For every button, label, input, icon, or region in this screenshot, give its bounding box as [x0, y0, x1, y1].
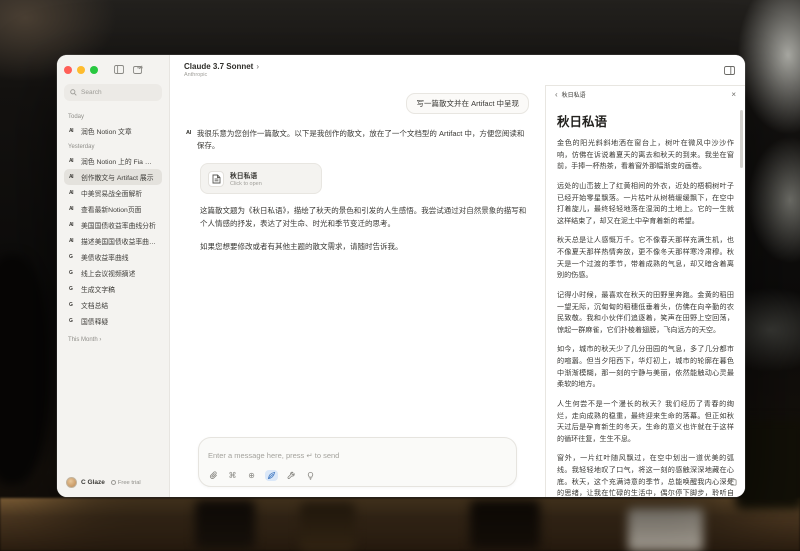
anthropic-logo-icon: AI: [69, 222, 77, 228]
back-chevron-icon[interactable]: ‹: [555, 90, 558, 99]
close-window-button[interactable]: [64, 66, 72, 74]
anthropic-logo-icon: AI: [69, 238, 77, 244]
artifact-document: 秋日私语 金色的阳光斜斜地洒在窗台上，树叶在微风中沙沙作响，仿佛在诉说着夏天的离…: [546, 103, 745, 497]
chat-main: Claude 3.7 Sonnet › Anthropic 写一篇散文并在 Ar…: [170, 55, 545, 497]
gemini-source-icon: G: [69, 270, 77, 276]
pen-style-icon[interactable]: [265, 470, 278, 481]
sidebar-chat-item-selected[interactable]: AI 创作散文与 Artifact 展示: [64, 169, 162, 185]
close-panel-icon[interactable]: ×: [731, 90, 736, 99]
document-icon: [208, 171, 224, 187]
anthropic-logo-icon: AI: [69, 128, 77, 134]
window-controls: [64, 64, 162, 75]
message-input[interactable]: [208, 451, 507, 460]
search-icon: [70, 89, 77, 96]
background-object: [470, 500, 540, 550]
artifact-panel: ‹ 秋日私语 × 秋日私语 金色的阳光斜斜地洒在窗台上，树叶在微风中沙沙作响，仿…: [545, 85, 745, 497]
account-row[interactable]: C Glaze Free trial: [64, 474, 162, 491]
this-month-link[interactable]: This Month ›: [68, 337, 158, 343]
model-selector[interactable]: Claude 3.7 Sonnet ›: [184, 62, 531, 71]
background-object: [195, 500, 255, 550]
artifact-paragraph: 金色的阳光斜斜地洒在窗台上，树叶在微风中沙沙作响，仿佛在诉说着夏天的离去和秋天的…: [557, 138, 734, 173]
artifact-paragraph: 远处的山峦披上了红黄相间的外衣，近处的梧桐树叶子已经开始零星飘落。一片枯叶从树梢…: [557, 181, 734, 228]
panel-scrollbar[interactable]: [740, 110, 743, 168]
sidebar-chat-item[interactable]: G 国债释疑: [64, 313, 162, 329]
sidebar-chat-item[interactable]: AI 美国国债收益率曲线分析: [64, 217, 162, 233]
sidebar-chat-item[interactable]: G 线上会议视频摘述: [64, 265, 162, 281]
avatar: [66, 477, 77, 488]
zoom-window-button[interactable]: [90, 66, 98, 74]
artifact-card-title: 秋日私语: [230, 170, 262, 180]
artifact-paragraph: 窗外，一片红叶随风飘过，在空中划出一道优美的弧线。我轻轻地叹了口气，将这一刻的感…: [557, 453, 734, 497]
section-label-today: Today: [68, 114, 158, 120]
new-chat-icon[interactable]: [132, 64, 143, 75]
anthropic-logo-icon: AI: [69, 174, 77, 180]
sidebar-chat-item[interactable]: G 文档总结: [64, 297, 162, 313]
org-label: Anthropic: [184, 72, 531, 78]
desktop-background: Today AI 润色 Notion 文章 Yesterday AI 润色 No…: [0, 0, 800, 551]
claude-app-window: Today AI 润色 Notion 文章 Yesterday AI 润色 No…: [57, 55, 745, 497]
account-name: C Glaze: [81, 479, 105, 486]
tools-icon[interactable]: [286, 470, 297, 481]
model-name: Claude 3.7 Sonnet: [184, 62, 253, 71]
gemini-source-icon: G: [69, 286, 77, 292]
background-object: [628, 508, 703, 551]
attach-icon[interactable]: [208, 470, 219, 481]
gemini-source-icon: G: [69, 302, 77, 308]
artifact-card[interactable]: 秋日私语 Click to open: [200, 163, 322, 195]
sidebar-chat-item[interactable]: AI 润色 Notion 上的 Fia 文章: [64, 153, 162, 169]
sidebar-toggle-icon[interactable]: [113, 64, 124, 75]
artifact-title: 秋日私语: [557, 111, 734, 130]
globe-icon[interactable]: ⊕: [246, 470, 257, 481]
artifact-breadcrumb[interactable]: 秋日私语: [562, 90, 732, 99]
anthropic-logo-icon: AI: [69, 158, 77, 164]
copy-icon[interactable]: [728, 473, 737, 491]
artifact-panel-header: ‹ 秋日私语 ×: [546, 86, 745, 103]
message-composer[interactable]: ⌘ ⊕: [198, 437, 517, 487]
panel-top-bar: [545, 55, 745, 85]
background-object: [300, 503, 355, 551]
gemini-source-icon: G: [69, 254, 77, 260]
sidebar-chat-item[interactable]: G 生成文字稿: [64, 281, 162, 297]
assistant-intro-text: 我很乐意为您创作一篇散文。以下是我创作的散文，放在了一个文档型的 Artifac…: [197, 128, 529, 153]
gemini-source-icon: G: [69, 318, 77, 324]
artifact-paragraph: 记得小时候，最喜欢在秋天的田野里奔跑。金黄的稻田一望无际，沉甸甸的稻穗低垂着头，…: [557, 290, 734, 337]
sidebar-chat-item[interactable]: AI 描述美国国债收益率曲线结…: [64, 233, 162, 249]
assistant-paragraph: 如果您想要修改或者有其他主题的散文需求，请随时告诉我。: [200, 241, 529, 253]
trial-clock-icon: [111, 480, 116, 485]
assistant-message: AI 我很乐意为您创作一篇散文。以下是我创作的散文，放在了一个文档型的 Arti…: [186, 128, 529, 153]
artifact-paragraph: 如今，城市的秋天少了几分田园的气息，多了几分都市的喧嚣。但当夕阳西下，华灯初上，…: [557, 344, 734, 391]
panel-layout-toggle-icon[interactable]: [724, 62, 735, 80]
artifact-column: ‹ 秋日私语 × 秋日私语 金色的阳光斜斜地洒在窗台上，树叶在微风中沙沙作响，仿…: [545, 55, 745, 497]
command-icon[interactable]: ⌘: [227, 470, 238, 481]
sidebar-chat-item[interactable]: AI 润色 Notion 文章: [64, 123, 162, 139]
search-input[interactable]: [81, 89, 161, 96]
minimize-window-button[interactable]: [77, 66, 85, 74]
sidebar-chat-item[interactable]: AI 查看最新Notion页面: [64, 201, 162, 217]
background-person-silhouette: [0, 255, 50, 485]
sidebar-chat-item[interactable]: AI 中美贸易战全面解析: [64, 185, 162, 201]
chevron-right-icon: ›: [256, 62, 259, 71]
sidebar: Today AI 润色 Notion 文章 Yesterday AI 润色 No…: [57, 55, 170, 497]
section-label-yesterday: Yesterday: [68, 144, 158, 150]
assistant-paragraph: 这篇散文题为《秋日私语》，描绘了秋天的景色和引发的人生感悟。我尝试通过对自然景象…: [200, 205, 529, 230]
sidebar-chat-item[interactable]: G 美债收益率曲线: [64, 249, 162, 265]
composer-toolbar: ⌘ ⊕: [208, 470, 507, 481]
artifact-card-subtitle: Click to open: [230, 181, 262, 187]
claude-ai-icon: AI: [186, 128, 191, 153]
artifact-paragraph: 秋天总是让人感慨万千。它不像春天那样充满生机，也不像夏天那样热情奔放，更不像冬天…: [557, 235, 734, 282]
artifact-paragraph: 人生何尝不是一个漫长的秋天？我们经历了青春的绚烂，走向成熟的稳重，最终迎来生命的…: [557, 399, 734, 446]
anthropic-logo-icon: AI: [69, 206, 77, 212]
user-message-bubble: 写一篇散文并在 Artifact 中呈现: [406, 93, 529, 114]
plan-badge: Free trial: [111, 480, 141, 486]
anthropic-logo-icon: AI: [69, 190, 77, 196]
conversation-area: 写一篇散文并在 Artifact 中呈现 AI 我很乐意为您创作一篇散文。以下是…: [170, 85, 545, 497]
search-field[interactable]: [64, 84, 162, 101]
lamp-icon[interactable]: [305, 470, 316, 481]
chat-header: Claude 3.7 Sonnet › Anthropic: [170, 55, 545, 85]
